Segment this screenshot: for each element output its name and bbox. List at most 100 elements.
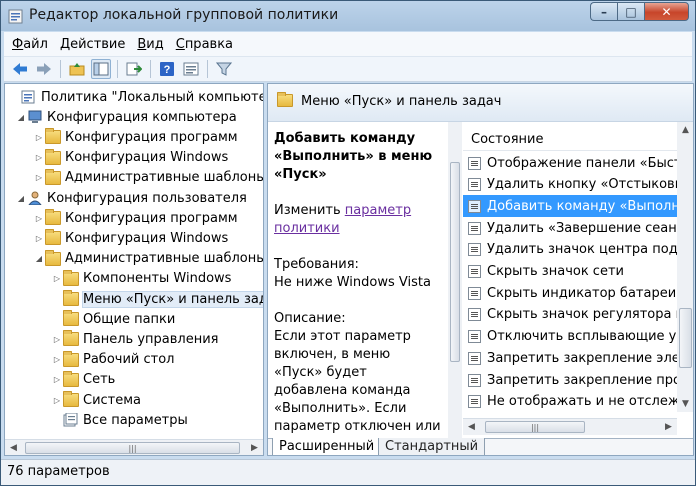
back-arrow-icon[interactable] [10, 59, 30, 79]
menu-action[interactable]: Действие [60, 37, 125, 52]
expand-arrow-icon[interactable]: ▷ [33, 173, 45, 182]
status-bar: 76 параметров [1, 459, 695, 485]
menu-view[interactable]: Вид [137, 37, 163, 52]
tree-item-user-software-settings[interactable]: ▷ Конфигурация программ [33, 208, 238, 228]
policy-setting-row[interactable]: Отключить всплывающие уве [463, 326, 677, 348]
scroll-thumb[interactable] [679, 308, 692, 368]
scroll-left-icon[interactable]: ◀ [463, 419, 480, 435]
description-text: Если этот параметр включен, в меню «Пуск… [274, 329, 441, 440]
user-icon [27, 191, 43, 206]
expand-arrow-icon[interactable]: ▷ [33, 153, 45, 162]
folder-icon [63, 310, 79, 327]
policy-setting-row[interactable]: Удалить «Завершение сеанса [463, 217, 677, 239]
policy-setting-label: Отключить всплывающие уве [487, 329, 677, 345]
edit-policy-line: Изменить параметр политики [274, 203, 412, 236]
tree-item-comp-admin-templates[interactable]: ▷ Административные шаблоны [33, 168, 263, 188]
policy-setting-label: Удалить кнопку «Отстыковка І [487, 177, 677, 193]
scroll-left-icon[interactable]: ◀ [5, 440, 22, 455]
expand-arrow-icon[interactable]: ▷ [51, 396, 63, 405]
expand-arrow-icon[interactable]: ▷ [51, 375, 63, 384]
tree-item-windows-components[interactable]: ▷ Компоненты Windows [51, 269, 231, 289]
tree-item-system[interactable]: ▷ Система [51, 390, 141, 410]
policy-setting-row[interactable]: Удалить значок центра подде [463, 239, 677, 261]
tree-item-label: Компоненты Windows [83, 271, 232, 287]
column-header-state[interactable]: Состояние [463, 129, 677, 151]
scroll-right-icon[interactable]: ▶ [246, 440, 263, 455]
expand-arrow-icon[interactable]: ▷ [51, 355, 63, 364]
tree-item-desktop[interactable]: ▷ Рабочий стол [51, 350, 174, 370]
policy-setting-row[interactable]: Скрыть значок сети [463, 261, 677, 283]
tree-item-user-config[interactable]: ◢ Конфигурация пользователя [15, 188, 247, 208]
policy-setting-row[interactable]: Удалить кнопку «Отстыковка І [463, 174, 677, 196]
tree-item-policy-root[interactable]: Политика "Локальный компьютер" [9, 87, 263, 107]
expand-arrow-icon[interactable]: ▷ [33, 234, 45, 243]
collapse-arrow-icon[interactable]: ◢ [33, 254, 45, 263]
tab-extended[interactable]: Расширенный [272, 438, 382, 455]
expand-arrow-icon[interactable]: ▷ [33, 133, 45, 142]
policy-setting-row[interactable]: Запретить закрепление элеме [463, 347, 677, 369]
tree-item-control-panel[interactable]: ▷ Панель управления [51, 329, 219, 349]
help-icon[interactable]: ? [157, 59, 177, 79]
description-vertical-scrollbar[interactable] [448, 122, 462, 440]
collapse-arrow-icon[interactable]: ◢ [15, 194, 27, 203]
tree-item-shared-folders[interactable]: Общие папки [51, 309, 175, 329]
tree-item-computer-config[interactable]: ◢ Конфигурация компьютера [15, 107, 237, 127]
policy-setting-icon [468, 373, 481, 387]
folder-icon [45, 229, 61, 246]
up-folder-icon[interactable] [67, 59, 87, 79]
policy-setting-row[interactable]: Скрыть индикатор батареи [463, 282, 677, 304]
export-list-icon[interactable] [124, 59, 144, 79]
policy-setting-row[interactable]: Отображение панели «Быстр [463, 152, 677, 174]
policy-setting-icon [468, 286, 481, 300]
tree-item-network[interactable]: ▷ Сеть [51, 370, 115, 390]
properties-icon[interactable] [181, 59, 201, 79]
tree-item-user-windows-settings[interactable]: ▷ Конфигурация Windows [33, 228, 228, 248]
tree-horizontal-scrollbar[interactable]: ◀ ||| ▶ [5, 439, 263, 455]
menu-file[interactable]: Файл [12, 37, 48, 52]
policy-setting-label: Удалить «Завершение сеанса [487, 220, 677, 236]
settings-vertical-scrollbar[interactable]: ▲ ▼ [677, 122, 693, 412]
policy-setting-row[interactable]: Скрыть значок регулятора гро [463, 304, 677, 326]
expand-arrow-icon[interactable]: ▷ [51, 335, 63, 344]
policy-setting-row[interactable]: Не отображать и не отслежие [463, 391, 677, 413]
tree-item-label: Меню «Пуск» и панель задач [81, 290, 263, 308]
description-block: Описание: Если этот параметр включен, в м… [274, 310, 442, 440]
close-button[interactable]: ✕ [644, 2, 689, 21]
policy-setting-label: Скрыть значок сети [487, 264, 624, 279]
policy-setting-icon [468, 178, 481, 192]
scroll-thumb[interactable]: ||| [25, 442, 240, 454]
filter-icon[interactable] [214, 59, 234, 79]
collapse-arrow-icon[interactable]: ◢ [15, 113, 27, 122]
forward-arrow-icon[interactable] [34, 59, 54, 79]
menu-help[interactable]: Справка [176, 37, 233, 52]
scroll-thumb[interactable]: ||| [485, 421, 585, 433]
expand-arrow-icon[interactable]: ▷ [33, 214, 45, 223]
view-tabs: Расширенный Стандартный [268, 438, 693, 455]
scroll-right-icon[interactable]: ▶ [660, 419, 677, 435]
tree-item-label: Конфигурация Windows [65, 230, 229, 246]
scroll-down-icon[interactable]: ▼ [677, 396, 693, 412]
expand-arrow-icon[interactable]: ▷ [51, 274, 63, 283]
tree-item-all-settings[interactable]: Все параметры [51, 410, 188, 430]
tree-pane[interactable]: Политика "Локальный компьютер" ◢ Конфигура… [4, 83, 264, 456]
show-hide-tree-icon[interactable] [91, 59, 111, 79]
policy-setting-icon [468, 395, 481, 409]
toolbar-separator [117, 60, 118, 78]
settings-horizontal-scrollbar[interactable]: ◀ ||| ▶ [463, 418, 677, 435]
scroll-up-icon[interactable]: ▲ [677, 122, 693, 138]
window-title: Редактор локальной групповой политики [29, 7, 339, 23]
tree-item-user-admin-templates[interactable]: ◢ Административные шаблоны [33, 249, 263, 269]
details-header: Меню «Пуск» и панель задач [268, 84, 693, 122]
tab-standard[interactable]: Стандартный [378, 438, 486, 455]
maximize-button[interactable]: □ [617, 2, 644, 21]
tree-item-comp-software-settings[interactable]: ▷ Конфигурация программ [33, 127, 238, 147]
gpedit-app-icon [8, 9, 23, 24]
scroll-thumb[interactable] [450, 162, 460, 362]
gpedit-window: Редактор локальной групповой политики – … [0, 0, 696, 486]
tree-item-comp-windows-settings[interactable]: ▷ Конфигурация Windows [33, 148, 228, 168]
tree-item-start-menu-taskbar[interactable]: Меню «Пуск» и панель задач [51, 289, 263, 309]
policy-setting-row[interactable]: Запретить закрепление прогр [463, 369, 677, 391]
policy-setting-row[interactable]: Добавить команду «Выполни [463, 195, 677, 218]
title-bar[interactable]: Редактор локальной групповой политики – … [1, 1, 695, 31]
minimize-button[interactable]: – [590, 2, 617, 21]
